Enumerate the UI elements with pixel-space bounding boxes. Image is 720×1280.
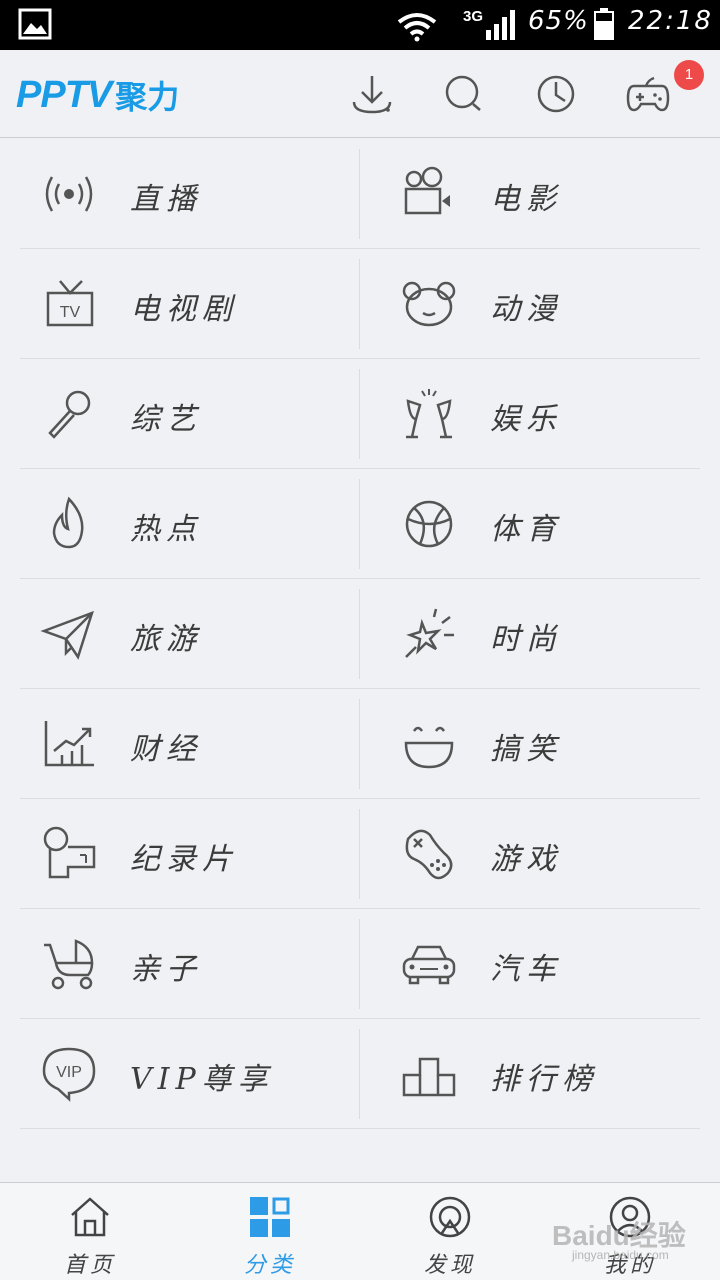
category-entertainment[interactable]: 娱乐 — [360, 359, 700, 469]
notification-badge: 1 — [674, 60, 704, 90]
nav-label: 首页 — [63, 1253, 116, 1278]
category-games[interactable]: 游戏 — [360, 799, 700, 909]
category-row: 旅游 时尚 — [20, 579, 700, 689]
smile-icon — [400, 715, 458, 773]
category-label: 热点 — [130, 512, 202, 547]
category-label: 综艺 — [130, 402, 202, 437]
category-label: VIP尊享 — [130, 1062, 274, 1097]
search-icon[interactable] — [440, 70, 488, 118]
movie-camera-icon — [400, 165, 458, 223]
clock: 22:18 — [628, 6, 713, 36]
wifi-icon — [397, 13, 437, 42]
category-label: 搞笑 — [490, 732, 562, 767]
category-row: VIP VIP尊享 排行榜 — [20, 1019, 700, 1129]
bear-face-icon — [400, 275, 458, 333]
category-finance[interactable]: 财经 — [20, 689, 360, 799]
nav-label: 分类 — [243, 1253, 296, 1278]
vip-icon: VIP — [40, 1045, 98, 1103]
category-live[interactable]: 直播 — [20, 139, 360, 249]
category-ranking[interactable]: 排行榜 — [360, 1019, 700, 1129]
category-row: 热点 体育 — [20, 469, 700, 579]
category-hot[interactable]: 热点 — [20, 469, 360, 579]
category-tv-series[interactable]: TV 电视剧 — [20, 249, 360, 359]
logo-text: PPTV — [16, 73, 112, 116]
category-grid-icon — [248, 1195, 292, 1239]
paper-plane-icon — [40, 605, 98, 663]
signal-icon — [486, 10, 515, 40]
category-label: 电影 — [490, 182, 562, 217]
category-row: 直播 电影 — [20, 139, 700, 249]
category-label: 旅游 — [130, 622, 202, 657]
tv-icon: TV — [40, 275, 98, 333]
category-vip[interactable]: VIP VIP尊享 — [20, 1019, 360, 1129]
category-label: 游戏 — [490, 842, 562, 877]
category-grid: 直播 电影 TV 电视剧 动漫 综艺 娱乐 热点 体育 旅游 时尚 财经 搞笑 … — [20, 139, 700, 1129]
category-row: 亲子 汽车 — [20, 909, 700, 1019]
projector-icon — [40, 825, 98, 883]
champagne-icon — [400, 385, 458, 443]
live-broadcast-icon — [40, 165, 98, 223]
category-label: 娱乐 — [490, 402, 562, 437]
category-row: 综艺 娱乐 — [20, 359, 700, 469]
category-travel[interactable]: 旅游 — [20, 579, 360, 689]
car-icon — [400, 935, 458, 993]
category-documentary[interactable]: 纪录片 — [20, 799, 360, 909]
pptv-logo[interactable]: PPTV 聚力 — [16, 73, 180, 117]
history-icon[interactable] — [532, 70, 580, 118]
baidu-watermark-url: jingyan.baidu.com — [572, 1248, 669, 1262]
category-label: 动漫 — [490, 292, 562, 327]
chart-icon — [40, 715, 98, 773]
image-notification-icon — [18, 8, 52, 40]
category-label: 财经 — [130, 732, 202, 767]
stroller-icon — [40, 935, 98, 993]
nav-home[interactable]: 首页 — [0, 1183, 180, 1280]
category-comedy[interactable]: 搞笑 — [360, 689, 700, 799]
category-row: 财经 搞笑 — [20, 689, 700, 799]
category-sports[interactable]: 体育 — [360, 469, 700, 579]
category-anime[interactable]: 动漫 — [360, 249, 700, 359]
category-label: 亲子 — [130, 952, 202, 987]
battery-percent: 65% — [528, 6, 589, 36]
logo-subtitle: 聚力 — [115, 78, 180, 116]
category-label: 纪录片 — [130, 842, 238, 877]
flame-icon — [40, 495, 98, 553]
network-type: 3G — [463, 8, 484, 25]
category-movie[interactable]: 电影 — [360, 139, 700, 249]
svg-text:VIP: VIP — [56, 1064, 82, 1081]
category-kids[interactable]: 亲子 — [20, 909, 360, 1019]
category-label: 汽车 — [490, 952, 562, 987]
download-icon[interactable] — [348, 70, 396, 118]
discover-icon — [428, 1195, 472, 1239]
basketball-icon — [400, 495, 458, 553]
svg-text:TV: TV — [60, 304, 81, 321]
nav-label: 发现 — [423, 1253, 476, 1278]
category-row: 纪录片 游戏 — [20, 799, 700, 909]
podium-icon — [400, 1045, 458, 1103]
category-label: 电视剧 — [130, 292, 238, 327]
nav-category[interactable]: 分类 — [180, 1183, 360, 1280]
battery-icon — [594, 8, 614, 40]
sparkle-star-icon — [400, 605, 458, 663]
microphone-icon — [40, 385, 98, 443]
category-auto[interactable]: 汽车 — [360, 909, 700, 1019]
category-variety[interactable]: 综艺 — [20, 359, 360, 469]
category-row: TV 电视剧 动漫 — [20, 249, 700, 359]
category-label: 直播 — [130, 182, 202, 217]
nav-discover[interactable]: 发现 — [360, 1183, 540, 1280]
category-label: 体育 — [490, 512, 562, 547]
gamepad-icon[interactable] — [624, 70, 672, 118]
category-label: 排行榜 — [490, 1062, 598, 1097]
status-bar: 3G 65% 22:18 — [0, 0, 720, 50]
app-header: PPTV 聚力 — [0, 50, 720, 138]
category-label: 时尚 — [490, 622, 562, 657]
home-icon — [68, 1195, 112, 1239]
category-fashion[interactable]: 时尚 — [360, 579, 700, 689]
game-controller-icon — [400, 825, 458, 883]
